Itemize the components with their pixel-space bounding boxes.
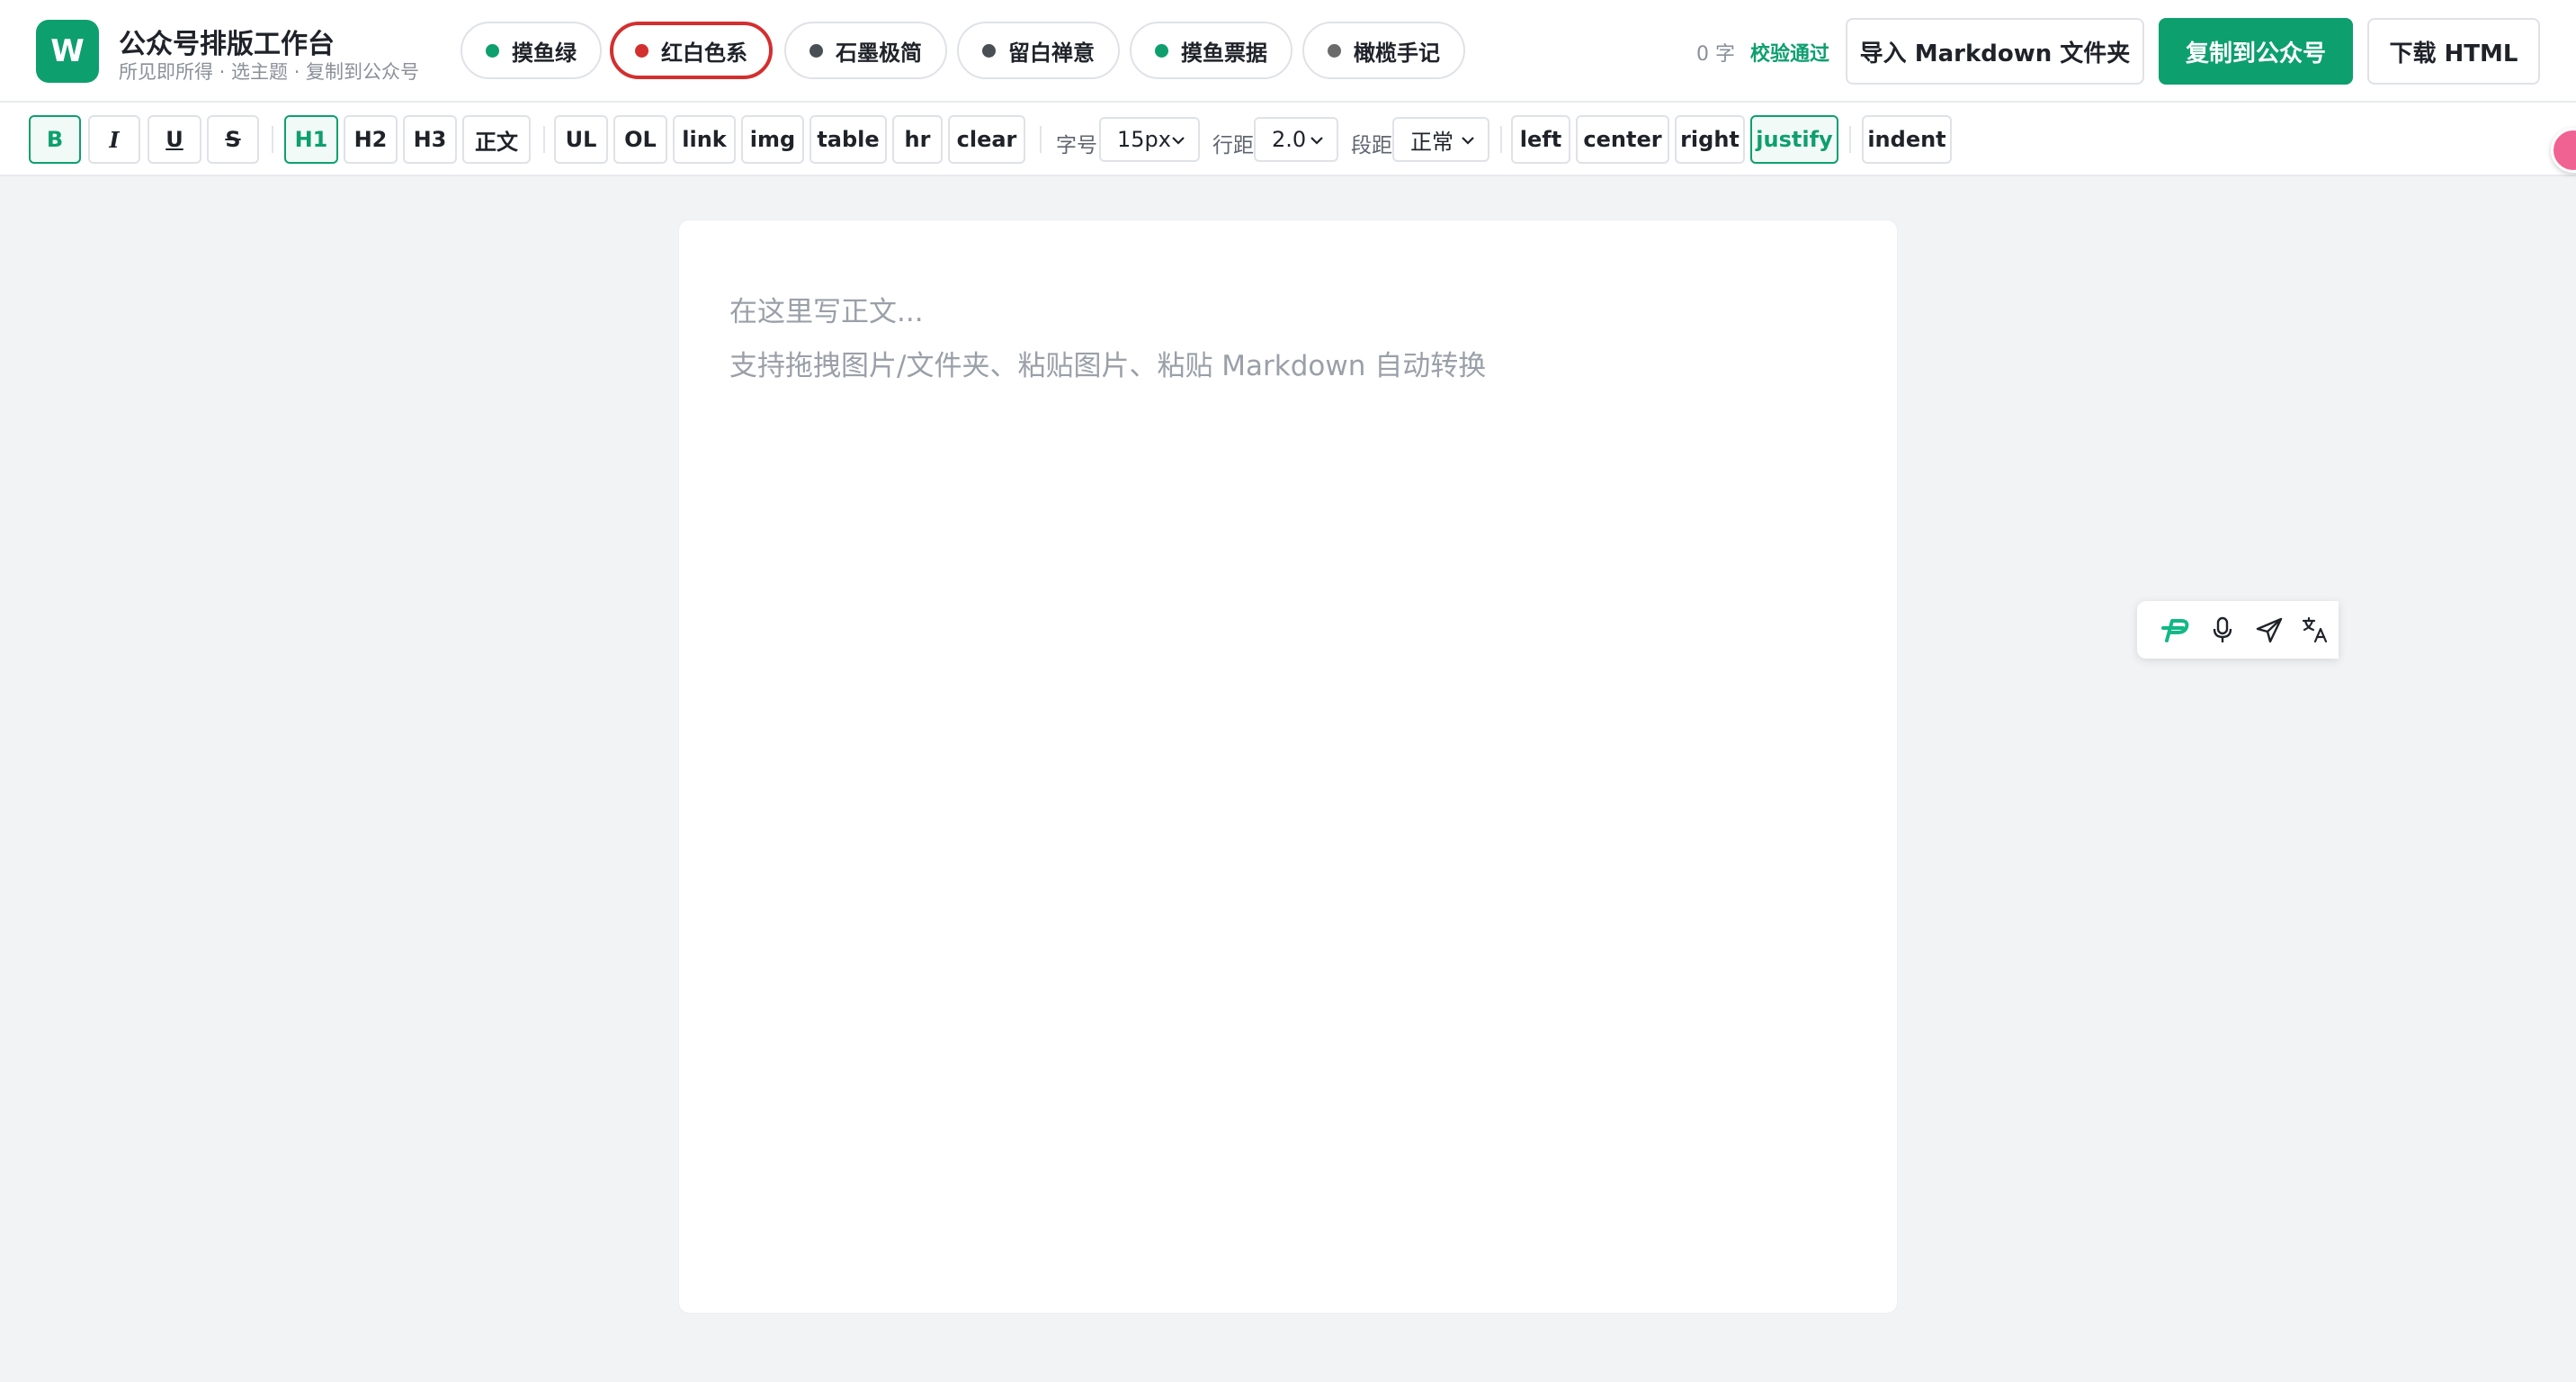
theme-label: 橄榄手记 [1354,40,1440,66]
body-text-button[interactable]: 正文 [462,115,531,164]
app-subtitle: 所见即所得 · 选主题 · 复制到公众号 [119,61,420,83]
paragraph-spacing-select[interactable]: 正常 [1392,117,1489,162]
editor-placeholder-line2: 支持拖拽图片/文件夹、粘贴图片、粘贴 Markdown 自动转换 [729,350,1487,382]
editor-canvas[interactable]: 在这里写正文... 支持拖拽图片/文件夹、粘贴图片、粘贴 Markdown 自动… [678,220,1898,1314]
underline-button[interactable]: U [148,115,201,164]
theme-label: 摸鱼票据 [1181,40,1267,66]
paragraph-spacing-value: 正常 [1410,129,1453,155]
toolbar-divider [543,126,545,153]
translate-icon[interactable] [2293,612,2339,648]
paragraph-spacing-label: 段距 [1351,134,1392,157]
font-size-value: 15px [1117,127,1171,152]
word-count: 0 字 [1696,43,1735,66]
line-height-label: 行距 [1212,134,1254,157]
theme-dot-icon [635,43,648,58]
import-markdown-button[interactable]: 导入 Markdown 文件夹 [1846,18,2144,85]
theme-dot-icon [809,43,823,58]
theme-dot-icon [1155,43,1168,58]
editor-placeholder-line1: 在这里写正文... [729,296,924,328]
format-toolbar: B I U S H1 H2 H3 正文 UL OL link img table… [0,103,2576,176]
toolbar-divider [1500,126,1502,153]
heading2-button[interactable]: H2 [344,115,398,164]
indent-button[interactable]: indent [1862,115,1952,164]
ordered-list-button[interactable]: OL [613,115,667,164]
image-button[interactable]: img [741,115,804,164]
theme-dot-icon [982,43,996,58]
theme-pill-olive[interactable]: 橄榄手记 [1302,22,1465,79]
download-html-button[interactable]: 下载 HTML [2367,18,2540,85]
align-right-button[interactable]: right [1675,115,1745,164]
theme-label: 红白色系 [661,40,747,66]
theme-pill-red-white[interactable]: 红白色系 [610,22,773,79]
align-justify-button[interactable]: justify [1750,115,1838,164]
italic-button[interactable]: I [88,115,140,164]
font-size-select[interactable]: 15px [1099,117,1200,162]
link-button[interactable]: link [673,115,736,164]
chevron-down-icon [1462,137,1474,145]
microphone-icon[interactable] [2200,612,2247,648]
verify-status: 校验通过 [1750,43,1830,66]
font-size-label: 字号 [1056,134,1097,157]
chevron-down-icon [1310,137,1323,145]
toolbar-divider [1040,126,1042,153]
theme-pill-zen[interactable]: 留白禅意 [957,22,1120,79]
theme-dot-icon [486,43,499,58]
heading1-button[interactable]: H1 [284,115,338,164]
app-title: 公众号排版工作台 [119,29,335,60]
theme-dot-icon [1328,43,1341,58]
app-logo: W [36,20,99,83]
align-left-button[interactable]: left [1511,115,1570,164]
clear-format-button[interactable]: clear [948,115,1025,164]
theme-label: 留白禅意 [1008,40,1095,66]
top-header: W 公众号排版工作台 所见即所得 · 选主题 · 复制到公众号 摸鱼绿 红白色系… [0,0,2576,103]
copy-to-wechat-button[interactable]: 复制到公众号 [2159,18,2353,85]
send-icon[interactable] [2246,612,2293,648]
line-height-value: 2.0 [1272,127,1307,152]
theme-pill-ticket[interactable]: 摸鱼票据 [1130,22,1292,79]
strikethrough-button[interactable]: S [207,115,259,164]
theme-pill-moyu-green[interactable]: 摸鱼绿 [461,22,602,79]
theme-label: 摸鱼绿 [512,40,577,66]
bold-button[interactable]: B [29,115,81,164]
logo-letter: W [50,33,85,69]
heading3-button[interactable]: H3 [403,115,457,164]
floating-helper-toolbar [2137,601,2339,659]
chevron-down-icon [1172,137,1185,145]
theme-pill-graphite[interactable]: 石墨极简 [784,22,947,79]
underline-label: U [165,127,183,152]
theme-label: 石墨极简 [836,40,922,66]
toolbar-divider [1849,126,1851,153]
strike-label: S [225,127,241,152]
table-button[interactable]: table [809,115,887,164]
horizontal-rule-button[interactable]: hr [892,115,943,164]
line-height-select[interactable]: 2.0 [1254,117,1338,162]
brand-p-icon[interactable] [2153,612,2200,648]
align-center-button[interactable]: center [1576,115,1669,164]
toolbar-divider [272,126,273,153]
unordered-list-button[interactable]: UL [554,115,608,164]
